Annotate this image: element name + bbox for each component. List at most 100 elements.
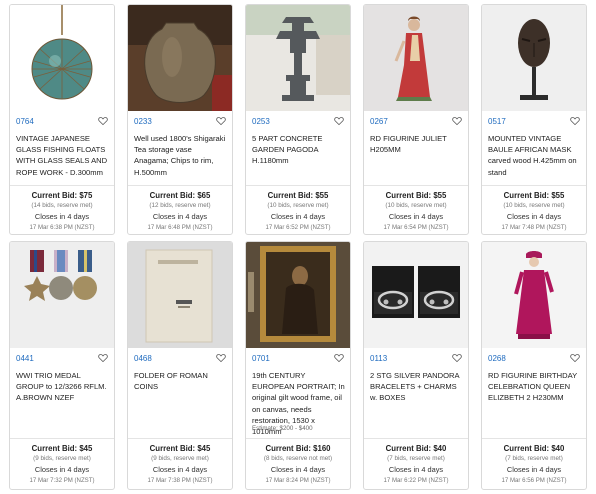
lot-number-link[interactable]: 0441 <box>16 354 34 363</box>
current-bid: Current Bid: $55 <box>503 191 565 200</box>
lot-image[interactable] <box>482 242 586 348</box>
closes-in: Closes in 4 days <box>506 465 562 474</box>
closes-in: Closes in 4 days <box>34 212 90 221</box>
close-time: 17 Mar 6:48 PM (NZST) <box>147 224 213 231</box>
bid-count: (12 bids, reserve met) <box>149 202 211 209</box>
lot-number-link[interactable]: 0701 <box>252 354 270 363</box>
lot-card[interactable]: 0764 VINTAGE JAPANESE GLASS FISHING FLOA… <box>9 4 115 235</box>
watchlist-heart-icon[interactable] <box>216 353 226 363</box>
current-bid: Current Bid: $160 <box>265 444 331 453</box>
lot-number-link[interactable]: 0764 <box>16 117 34 126</box>
lot-number-link[interactable]: 0517 <box>488 117 506 126</box>
lot-card[interactable]: 0468 FOLDER OF ROMAN COINS Current Bid: … <box>127 241 233 490</box>
bid-count: (9 bids, reserve met) <box>151 455 209 462</box>
lot-title[interactable]: 5 PART CONCRETE GARDEN PAGODA H.1180mm <box>252 133 346 167</box>
lot-card[interactable]: 0233 Well used 1800's Shigaraki Tea stor… <box>127 4 233 235</box>
lot-card[interactable]: 0268 RD FIGURINE BIRTHDAY CELEBRATION QU… <box>481 241 587 490</box>
current-bid: Current Bid: $55 <box>267 191 329 200</box>
lot-image[interactable] <box>10 5 114 111</box>
bid-summary: Current Bid: $40 (7 bids, reserve met) C… <box>364 438 468 489</box>
lot-image[interactable] <box>482 5 586 111</box>
lot-card[interactable]: 0441 WWI TRIO MEDAL GROUP to 12/3266 RFL… <box>9 241 115 490</box>
watchlist-heart-icon[interactable] <box>334 353 344 363</box>
lot-image[interactable] <box>364 242 468 348</box>
lot-card[interactable]: 0267 RD FIGURINE JULIET H205MM Current B… <box>363 4 469 235</box>
current-bid: Current Bid: $40 <box>385 444 447 453</box>
bid-count: (10 bids, reserve met) <box>503 202 565 209</box>
bid-count: (9 bids, reserve met) <box>33 455 91 462</box>
watchlist-heart-icon[interactable] <box>452 353 462 363</box>
bid-summary: Current Bid: $45 (9 bids, reserve met) C… <box>10 438 114 489</box>
lot-title[interactable]: RD FIGURINE BIRTHDAY CELEBRATION QUEEN E… <box>488 370 582 404</box>
lot-number-link[interactable]: 0468 <box>134 354 152 363</box>
close-time: 17 Mar 7:48 PM (NZST) <box>501 224 567 231</box>
lot-number-link[interactable]: 0267 <box>370 117 388 126</box>
watchlist-heart-icon[interactable] <box>216 116 226 126</box>
lot-number-link[interactable]: 0113 <box>370 354 387 363</box>
closes-in: Closes in 4 days <box>152 212 208 221</box>
bid-count: (7 bids, reserve met) <box>505 455 563 462</box>
bid-count: (7 bids, reserve met) <box>387 455 445 462</box>
lot-title[interactable]: RD FIGURINE JULIET H205MM <box>370 133 464 155</box>
watchlist-heart-icon[interactable] <box>452 116 462 126</box>
lot-card[interactable]: 0701 19th CENTURY EUROPEAN PORTRAIT; In … <box>245 241 351 490</box>
lot-title[interactable]: WWI TRIO MEDAL GROUP to 12/3266 RFLM. A.… <box>16 370 110 404</box>
lot-title[interactable]: MOUNTED VINTAGE BAULE AFRICAN MASK carve… <box>488 133 582 178</box>
closes-in: Closes in 4 days <box>34 465 90 474</box>
bid-count: (14 bids, reserve met) <box>31 202 93 209</box>
lot-card[interactable]: 0517 MOUNTED VINTAGE BAULE AFRICAN MASK … <box>481 4 587 235</box>
lot-title[interactable]: VINTAGE JAPANESE GLASS FISHING FLOATS WI… <box>16 133 110 178</box>
bid-summary: Current Bid: $75 (14 bids, reserve met) … <box>10 185 114 234</box>
current-bid: Current Bid: $65 <box>149 191 211 200</box>
close-time: 17 Mar 7:38 PM (NZST) <box>147 477 213 484</box>
close-time: 17 Mar 6:22 PM (NZST) <box>383 477 449 484</box>
lot-image[interactable] <box>246 242 350 348</box>
current-bid: Current Bid: $55 <box>385 191 447 200</box>
watchlist-heart-icon[interactable] <box>98 116 108 126</box>
lot-image[interactable] <box>246 5 350 111</box>
bid-count: (8 bids, reserve not met) <box>263 455 333 462</box>
watchlist-heart-icon[interactable] <box>570 116 580 126</box>
close-time: 17 Mar 6:56 PM (NZST) <box>501 477 567 484</box>
bid-summary: Current Bid: $65 (12 bids, reserve met) … <box>128 185 232 234</box>
closes-in: Closes in 4 days <box>506 212 562 221</box>
watchlist-heart-icon[interactable] <box>570 353 580 363</box>
close-time: 17 Mar 6:52 PM (NZST) <box>265 224 331 231</box>
lot-card[interactable]: 0113 2 STG SILVER PANDORA BRACELETS + CH… <box>363 241 469 490</box>
lot-number-link[interactable]: 0268 <box>488 354 506 363</box>
lot-card[interactable]: 0253 5 PART CONCRETE GARDEN PAGODA H.118… <box>245 4 351 235</box>
bid-summary: Current Bid: $45 (9 bids, reserve met) C… <box>128 438 232 489</box>
closes-in: Closes in 4 days <box>152 465 208 474</box>
lot-image[interactable] <box>128 5 232 111</box>
lot-title[interactable]: Well used 1800's Shigaraki Tea storage v… <box>134 133 228 178</box>
watchlist-heart-icon[interactable] <box>334 116 344 126</box>
current-bid: Current Bid: $45 <box>31 444 93 453</box>
bid-count: (10 bids, reserve met) <box>385 202 447 209</box>
closes-in: Closes in 4 days <box>270 212 326 221</box>
closes-in: Closes in 4 days <box>270 465 326 474</box>
bid-summary: Current Bid: $55 (10 bids, reserve met) … <box>364 185 468 234</box>
close-time: 17 Mar 7:32 PM (NZST) <box>29 477 95 484</box>
bid-summary: Current Bid: $40 (7 bids, reserve met) C… <box>482 438 586 489</box>
watchlist-heart-icon[interactable] <box>98 353 108 363</box>
lot-image[interactable] <box>128 242 232 348</box>
lot-number-link[interactable]: 0233 <box>134 117 152 126</box>
lot-number-link[interactable]: 0253 <box>252 117 270 126</box>
lot-estimate: Estimate: $200 - $400 <box>252 425 313 432</box>
lot-image[interactable] <box>10 242 114 348</box>
closes-in: Closes in 4 days <box>388 465 444 474</box>
current-bid: Current Bid: $75 <box>31 191 93 200</box>
listing-grid: 0764 VINTAGE JAPANESE GLASS FISHING FLOA… <box>0 0 596 494</box>
lot-title[interactable]: FOLDER OF ROMAN COINS <box>134 370 228 392</box>
current-bid: Current Bid: $40 <box>503 444 565 453</box>
closes-in: Closes in 4 days <box>388 212 444 221</box>
current-bid: Current Bid: $45 <box>149 444 211 453</box>
bid-summary: Current Bid: $160 (8 bids, reserve not m… <box>246 438 350 489</box>
bid-summary: Current Bid: $55 (10 bids, reserve met) … <box>246 185 350 234</box>
lot-title[interactable]: 2 STG SILVER PANDORA BRACELETS + CHARMS … <box>370 370 464 404</box>
lot-image[interactable] <box>364 5 468 111</box>
bid-summary: Current Bid: $55 (10 bids, reserve met) … <box>482 185 586 234</box>
close-time: 17 Mar 6:54 PM (NZST) <box>383 224 449 231</box>
close-time: 17 Mar 6:38 PM (NZST) <box>29 224 95 231</box>
bid-count: (10 bids, reserve met) <box>267 202 329 209</box>
